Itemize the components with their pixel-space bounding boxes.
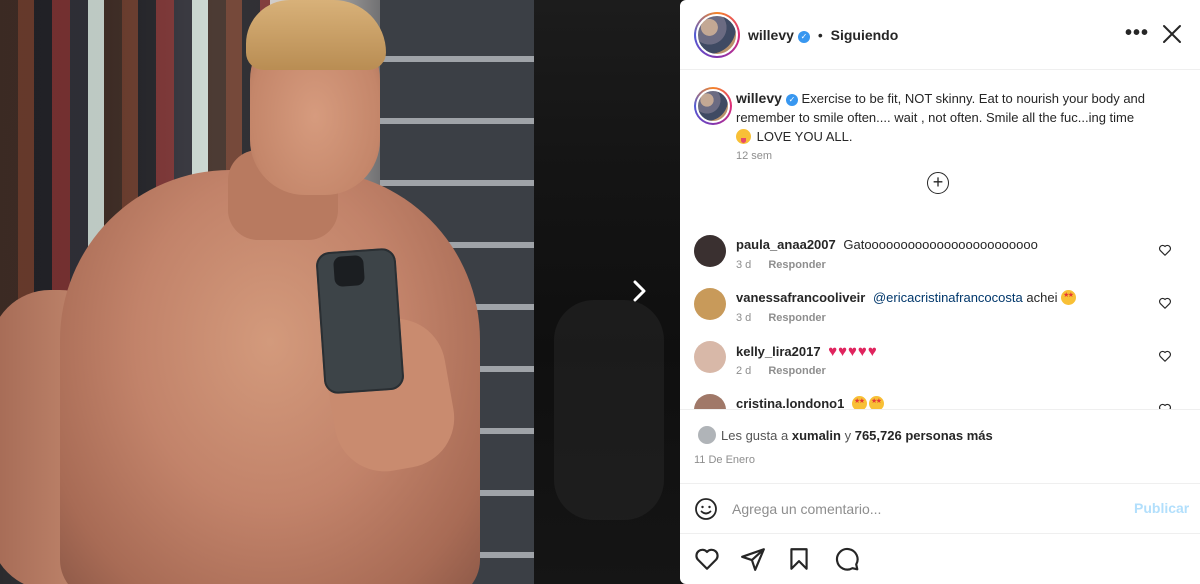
reply-button[interactable]: Responder	[768, 365, 825, 377]
comment-item: kelly_lira2017 ♥♥♥♥♥ 2 d Responder	[694, 341, 1184, 391]
author-row: willevy ✓ • Siguiendo	[748, 27, 898, 43]
commenter-username[interactable]: paula_anaa2007	[736, 237, 836, 252]
comment-text: kelly_lira2017 ♥♥♥♥♥	[736, 343, 878, 360]
red-heart-emoji-icon: ♥	[867, 343, 877, 360]
comment-meta: 3 d Responder	[736, 259, 840, 271]
smiley-icon[interactable]	[694, 497, 718, 521]
comment-meta: 3 d Responder	[736, 312, 840, 324]
likes-summary: Les gusta a xumalin y 765,726 personas m…	[680, 409, 1200, 483]
heart-icon[interactable]	[1158, 296, 1172, 310]
commenter-avatar[interactable]	[694, 288, 726, 320]
author-username[interactable]: willevy	[748, 27, 794, 43]
comments-scroll-area[interactable]: willevy ✓ Exercise to be fit, NOT skinny.…	[680, 71, 1200, 409]
heart-icon[interactable]	[1158, 243, 1172, 257]
comment-time[interactable]: 2 d	[736, 365, 751, 377]
chevron-right-icon[interactable]	[624, 276, 654, 306]
comment-time[interactable]: 3 d	[736, 259, 751, 271]
comment-text: paula_anaa2007 Gatoooooooooooooooooooooo…	[736, 237, 1038, 252]
more-options-icon[interactable]: •••	[1125, 22, 1149, 45]
caption-timestamp[interactable]: 12 sem	[736, 150, 772, 162]
comment-bubble-icon[interactable]	[834, 546, 860, 572]
follow-status-button[interactable]: Siguiendo	[831, 27, 899, 43]
comment-item: paula_anaa2007 Gatoooooooooooooooooooooo…	[694, 235, 1184, 285]
comment-input[interactable]	[732, 497, 1112, 521]
star-eyes-emoji-icon	[1061, 290, 1077, 305]
comment-item: cristina.londono1	[694, 394, 1184, 409]
caption-author-avatar[interactable]	[694, 87, 732, 125]
likes-count[interactable]: 765,726 personas más	[855, 428, 993, 443]
likes-conj: y	[844, 428, 852, 443]
background-post-preview	[534, 0, 680, 584]
commenter-avatar[interactable]	[694, 394, 726, 409]
bookmark-icon[interactable]	[786, 546, 812, 572]
heart-icon[interactable]	[1158, 402, 1172, 409]
star-eyes-emoji-icon	[851, 396, 867, 409]
commenter-username[interactable]: vanessafrancooliveir	[736, 290, 865, 305]
comment-item: vanessafrancooliveir @ericacristinafranc…	[694, 288, 1184, 338]
commenter-avatar[interactable]	[694, 235, 726, 267]
commenter-username[interactable]: kelly_lira2017	[736, 344, 821, 359]
caption-tail: LOVE YOU ALL.	[756, 129, 853, 144]
post-date[interactable]: 11 De Enero	[694, 454, 755, 466]
red-heart-emoji-icon: ♥	[838, 343, 848, 360]
caption-body: Exercise to be fit, NOT skinny. Eat to n…	[736, 91, 1146, 125]
comment-composer: Publicar	[680, 483, 1200, 533]
paper-plane-icon[interactable]	[740, 546, 766, 572]
caption-text: willevy ✓ Exercise to be fit, NOT skinny.…	[736, 89, 1146, 146]
comment-time[interactable]: 3 d	[736, 312, 751, 324]
comment-body: achei	[1026, 290, 1058, 305]
likes-text[interactable]: Les gusta a xumalin y 765,726 personas m…	[721, 428, 993, 443]
comment-text: cristina.londono1	[736, 396, 886, 409]
star-eyes-emoji-icon	[868, 396, 884, 409]
heart-icon[interactable]	[694, 546, 720, 572]
liker-avatar[interactable]	[698, 426, 716, 444]
red-heart-emoji-icon: ♥	[848, 343, 857, 360]
post-photo	[0, 0, 534, 584]
commenter-username[interactable]: cristina.londono1	[736, 396, 844, 409]
comment-text: vanessafrancooliveir @ericacristinafranc…	[736, 290, 1078, 305]
post-actions	[680, 533, 1200, 584]
comment-mention-link[interactable]: @ericacristinafrancocosta	[873, 290, 1023, 305]
reply-button[interactable]: Responder	[768, 259, 825, 271]
close-icon[interactable]	[1160, 22, 1184, 46]
separator-dot: •	[817, 27, 823, 43]
post-detail-panel: willevy ✓ • Siguiendo ••• willevy ✓ Exerci…	[680, 0, 1200, 584]
liker-username[interactable]: xumalin	[792, 428, 841, 443]
caption-username[interactable]: willevy	[736, 90, 782, 106]
winking-tongue-emoji-icon	[736, 129, 751, 144]
reply-button[interactable]: Responder	[768, 312, 825, 324]
phone-camera	[332, 254, 366, 288]
red-heart-emoji-icon: ♥	[828, 343, 838, 360]
plus-circle-icon[interactable]: +	[927, 172, 949, 194]
commenter-avatar[interactable]	[694, 341, 726, 373]
publish-button[interactable]: Publicar	[1134, 500, 1189, 516]
heart-icon[interactable]	[1158, 349, 1172, 363]
comment-body: Gatoooooooooooooooooooooooo	[843, 237, 1038, 252]
author-avatar[interactable]	[694, 12, 740, 58]
red-heart-emoji-icon: ♥	[857, 343, 867, 360]
hair	[246, 0, 386, 70]
comment-meta: 2 d Responder	[736, 365, 840, 377]
likes-prefix: Les gusta a	[721, 428, 789, 443]
post-header: willevy ✓ • Siguiendo •••	[680, 0, 1200, 70]
verified-badge-icon: ✓	[797, 31, 810, 43]
verified-badge-icon: ✓	[785, 94, 798, 106]
